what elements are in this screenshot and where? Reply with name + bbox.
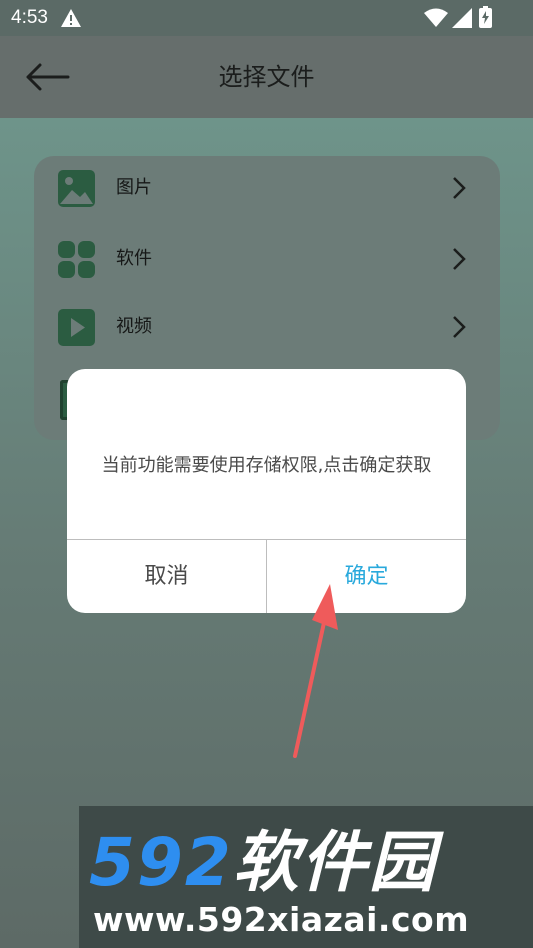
file-type-images[interactable]: 图片	[34, 158, 500, 218]
file-type-label: 软件	[116, 248, 152, 269]
permission-dialog: 当前功能需要使用存储权限,点击确定获取 取消 确定	[67, 369, 466, 613]
cancel-button[interactable]: 取消	[67, 540, 266, 613]
chevron-right-icon	[453, 248, 466, 270]
header-bar: 选择文件	[0, 36, 533, 118]
warning-icon	[61, 9, 81, 27]
page-title: 选择文件	[218, 63, 315, 91]
annotation-arrow-icon	[293, 584, 338, 758]
dialog-message: 当前功能需要使用存储权限,点击确定获取	[101, 455, 432, 476]
play-icon	[58, 309, 95, 346]
watermark-url: www.592xiazai.com	[93, 900, 470, 939]
watermark-logo: 592软件园	[89, 828, 437, 898]
watermark-logo-text: 软件园	[232, 824, 437, 901]
signal-icon	[452, 8, 472, 28]
file-type-label: 图片	[116, 177, 152, 198]
watermark-logo-number: 592	[89, 824, 233, 901]
image-icon	[58, 170, 95, 207]
file-type-videos[interactable]: 视频	[34, 297, 500, 357]
battery-charging-icon	[479, 6, 492, 28]
apps-icon	[58, 241, 95, 278]
status-time: 4:53	[11, 7, 48, 28]
file-type-label: 视频	[116, 316, 152, 337]
file-type-apps[interactable]: 软件	[34, 229, 500, 289]
watermark: 592软件园 www.592xiazai.com	[79, 806, 533, 948]
wifi-icon	[424, 8, 448, 27]
chevron-right-icon	[453, 316, 466, 338]
chevron-right-icon	[453, 177, 466, 199]
status-bar: 4:53	[0, 0, 533, 36]
